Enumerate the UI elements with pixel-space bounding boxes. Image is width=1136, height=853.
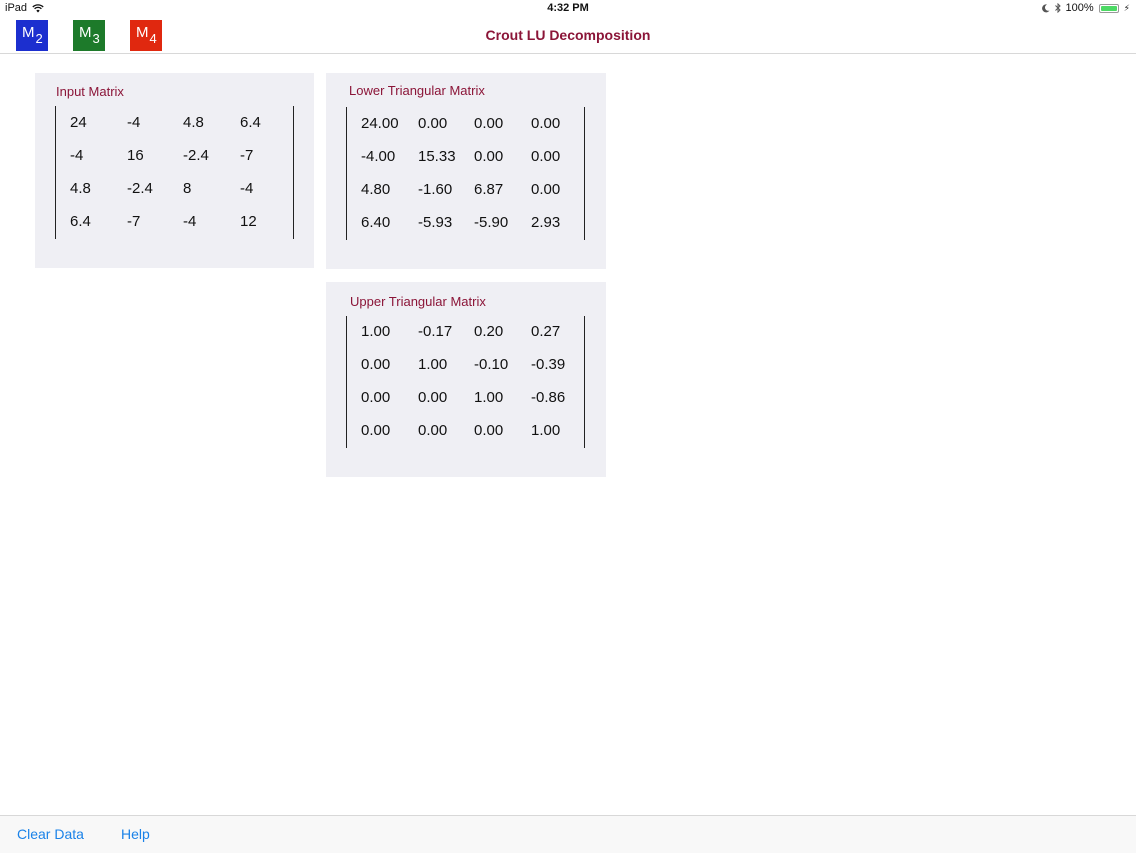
matrix-cell[interactable]: 6.4 — [240, 114, 261, 131]
matrix-cell[interactable]: -4 — [183, 213, 196, 230]
panel-title: Upper Triangular Matrix — [350, 294, 486, 309]
matrix-cell[interactable]: -4 — [240, 180, 253, 197]
matrix-cell[interactable]: 16 — [127, 147, 144, 164]
matrix-cell: 0.00 — [474, 148, 504, 165]
matrix-cell: 0.00 — [531, 148, 561, 165]
matrix-cell[interactable]: 4.8 — [183, 114, 204, 131]
matrix-cell[interactable]: -2.4 — [127, 180, 153, 197]
matrix-cell: 0.00 — [361, 389, 391, 406]
matrix-cell: 0.00 — [531, 115, 561, 132]
clear-data-button[interactable]: Clear Data — [17, 826, 84, 842]
matrix-cell[interactable]: 8 — [183, 180, 191, 197]
matrix-cell[interactable]: 12 — [240, 213, 257, 230]
matrix-cell: -0.17 — [418, 323, 453, 340]
matrix-cell: -0.10 — [474, 356, 509, 373]
battery-icon — [1098, 3, 1119, 13]
upper-matrix-panel: Upper Triangular Matrix 1.00 -0.17 0.20 … — [326, 282, 606, 477]
matrix-cell[interactable]: 4.8 — [70, 180, 91, 197]
charging-icon: ⚡ — [1123, 2, 1130, 13]
matrix-cell: -0.86 — [531, 389, 566, 406]
help-button[interactable]: Help — [121, 826, 150, 842]
matrix-cell: -5.90 — [474, 214, 509, 231]
matrix-cell: -4.00 — [361, 148, 396, 165]
status-bar: iPad 4:32 PM 100% ⚡ — [0, 0, 1136, 17]
matrix-cell: 0.00 — [361, 422, 391, 439]
panel-title: Input Matrix — [56, 84, 124, 99]
matrix-cell: 0.00 — [531, 181, 561, 198]
panel-title: Lower Triangular Matrix — [349, 83, 485, 98]
matrix-cell[interactable]: -4 — [70, 147, 83, 164]
matrix-cell: 1.00 — [418, 356, 448, 373]
status-time: 4:32 PM — [547, 2, 589, 14]
matrix-cell: -5.93 — [418, 214, 453, 231]
upper-matrix-grid: 1.00 -0.17 0.20 0.27 0.00 1.00 -0.10 -0.… — [346, 316, 585, 448]
matrix-cell[interactable]: -7 — [127, 213, 140, 230]
lower-matrix-grid: 24.00 0.00 0.00 0.00 -4.00 15.33 0.00 0.… — [346, 107, 585, 240]
matrix-cell[interactable]: -7 — [240, 147, 253, 164]
matrix-cell: 6.40 — [361, 214, 391, 231]
moon-icon — [1041, 3, 1050, 12]
matrix-cell: 4.80 — [361, 181, 391, 198]
matrix-cell[interactable]: -4 — [127, 114, 140, 131]
matrix-cell: 0.00 — [474, 422, 504, 439]
matrix-cell: 2.93 — [531, 214, 561, 231]
matrix-cell[interactable]: 24 — [70, 114, 87, 131]
matrix-cell: 0.00 — [418, 389, 448, 406]
matrix-cell: -0.39 — [531, 356, 566, 373]
matrix-cell: 0.27 — [531, 323, 561, 340]
matrix-cell: 24.00 — [361, 115, 399, 132]
lower-matrix-panel: Lower Triangular Matrix 24.00 0.00 0.00 … — [326, 73, 606, 269]
matrix-cell[interactable]: 6.4 — [70, 213, 91, 230]
matrix-cell: 0.00 — [418, 115, 448, 132]
battery-percent: 100% — [1065, 2, 1094, 14]
matrix-cell[interactable]: -2.4 — [183, 147, 209, 164]
navigation-bar: M2 M3 M4 Crout LU Decomposition — [0, 17, 1136, 54]
matrix-cell: 0.00 — [418, 422, 448, 439]
page-title: Crout LU Decomposition — [485, 27, 651, 43]
matrix-cell: 6.87 — [474, 181, 504, 198]
matrix-cell: 0.00 — [361, 356, 391, 373]
input-matrix-grid[interactable]: 24 -4 4.8 6.4 -4 16 -2.4 -7 4.8 -2.4 8 -… — [55, 106, 294, 239]
matrix-cell: 0.20 — [474, 323, 504, 340]
matrix-cell: -1.60 — [418, 181, 453, 198]
bottom-toolbar: Clear Data Help — [0, 815, 1136, 853]
matrix-cell: 1.00 — [361, 323, 391, 340]
bluetooth-icon — [1054, 3, 1061, 13]
matrix-cell: 1.00 — [474, 389, 504, 406]
input-matrix-panel: Input Matrix 24 -4 4.8 6.4 -4 16 -2.4 -7… — [35, 73, 314, 268]
matrix-cell: 0.00 — [474, 115, 504, 132]
matrix-cell: 1.00 — [531, 422, 561, 439]
matrix-cell: 15.33 — [418, 148, 456, 165]
